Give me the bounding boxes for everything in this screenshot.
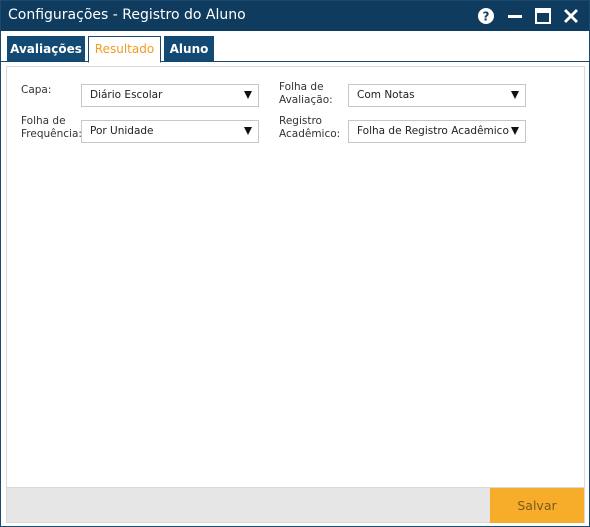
help-icon[interactable]: ?: [476, 6, 496, 26]
registro-academico-dropdown-arrow-icon: [511, 127, 519, 135]
folha-frequencia-label: Folha de Frequência:: [21, 115, 82, 140]
folha-avaliacao-select[interactable]: Com Notas: [348, 84, 526, 107]
registro-academico-select-value: Folha de Registro Acadêmico: [357, 125, 509, 137]
close-icon[interactable]: [561, 6, 581, 26]
footer-bar: Salvar: [6, 488, 585, 523]
minimize-icon[interactable]: [505, 6, 525, 26]
capa-dropdown-arrow-icon: [244, 91, 252, 99]
window-title: Configurações - Registro do Aluno: [8, 7, 246, 23]
tab-resultado[interactable]: Resultado: [88, 36, 161, 63]
capa-label: Capa:: [21, 84, 52, 96]
folha-frequencia-select[interactable]: Por Unidade: [81, 120, 259, 143]
tab-strip: Avaliações Resultado Aluno: [1, 31, 589, 63]
maximize-icon[interactable]: [533, 6, 553, 26]
capa-select-value: Diário Escolar: [90, 89, 163, 101]
settings-window: Configurações - Registro do Aluno ? Aval…: [0, 0, 590, 527]
tab-aluno[interactable]: Aluno: [164, 36, 214, 62]
title-bar: Configurações - Registro do Aluno ?: [1, 1, 589, 31]
save-button[interactable]: Salvar: [490, 488, 584, 523]
registro-academico-label: Registro Acadêmico:: [279, 115, 341, 140]
tab-content-panel: Capa: Diário Escolar Folha de Avaliação:…: [6, 66, 585, 488]
capa-select[interactable]: Diário Escolar: [81, 84, 259, 107]
tab-avaliacoes[interactable]: Avaliações: [7, 36, 85, 62]
folha-avaliacao-select-value: Com Notas: [357, 89, 415, 101]
folha-frequencia-dropdown-arrow-icon: [244, 127, 252, 135]
registro-academico-select[interactable]: Folha de Registro Acadêmico: [348, 120, 526, 143]
folha-avaliacao-label: Folha de Avaliação:: [279, 81, 333, 106]
svg-text:?: ?: [483, 10, 490, 24]
folha-frequencia-select-value: Por Unidade: [90, 125, 154, 137]
folha-avaliacao-dropdown-arrow-icon: [511, 91, 519, 99]
